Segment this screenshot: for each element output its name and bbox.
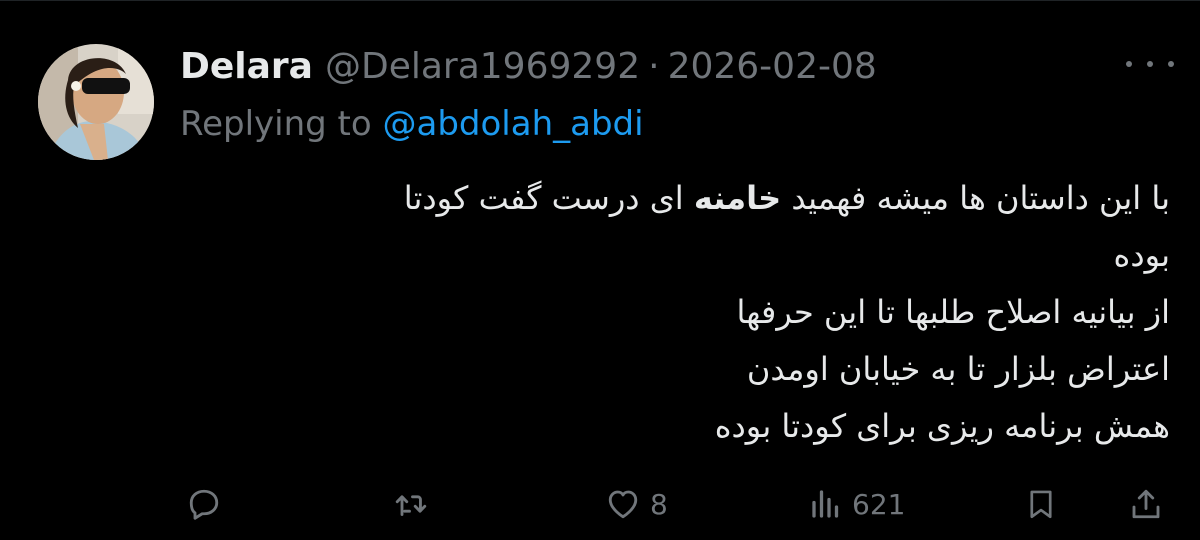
like-button[interactable]: 8 — [604, 476, 668, 532]
author-handle[interactable]: @Delara1969292 — [325, 46, 640, 87]
top-divider — [0, 0, 1200, 1]
reply-button[interactable] — [186, 476, 222, 532]
replying-to-mention[interactable]: @abdolah_abdi — [383, 104, 644, 144]
separator-dot: · — [648, 45, 660, 87]
retweet-icon — [395, 495, 427, 516]
tweet-line-4: اعتراض بلزار تا به خیابان اومدن — [746, 350, 1170, 388]
author-name[interactable]: Delara — [180, 46, 313, 87]
action-bar: 8 621 — [0, 476, 1200, 532]
tweet-line-3: از بیانیه اصلاح طلبها تا این حرفها — [736, 293, 1170, 331]
like-count: 8 — [650, 487, 668, 521]
retweet-button[interactable] — [392, 476, 430, 532]
avatar[interactable] — [38, 44, 154, 160]
bookmark-icon — [1030, 490, 1052, 519]
views-button[interactable]: 621 — [808, 476, 905, 532]
share-button[interactable] — [1128, 476, 1164, 532]
reply-icon — [189, 489, 219, 520]
tweet-line-1: با این داستان ها میشه فهمید خامنه ای درس… — [403, 179, 1170, 217]
tweet-line-2: بوده — [1113, 236, 1170, 274]
tweet-line-5: همش برنامه ریزی برای کودتا بوده — [714, 407, 1170, 445]
tweet-date[interactable]: 2026-02-08 — [668, 46, 877, 87]
replying-to: Replying to @abdolah_abdi — [180, 104, 644, 144]
views-count: 621 — [852, 487, 906, 521]
avatar-image — [38, 44, 154, 160]
replying-prefix: Replying to — [180, 104, 372, 144]
share-icon — [1132, 489, 1160, 519]
tweet-text: با این داستان ها میشه فهمید خامنه ای درس… — [180, 170, 1170, 455]
bookmark-button[interactable] — [1024, 476, 1058, 532]
more-icon[interactable] — [1126, 52, 1174, 76]
tweet-header: Delara @Delara1969292 · 2026-02-08 — [180, 40, 877, 92]
views-icon — [812, 490, 839, 518]
like-icon — [608, 490, 638, 519]
